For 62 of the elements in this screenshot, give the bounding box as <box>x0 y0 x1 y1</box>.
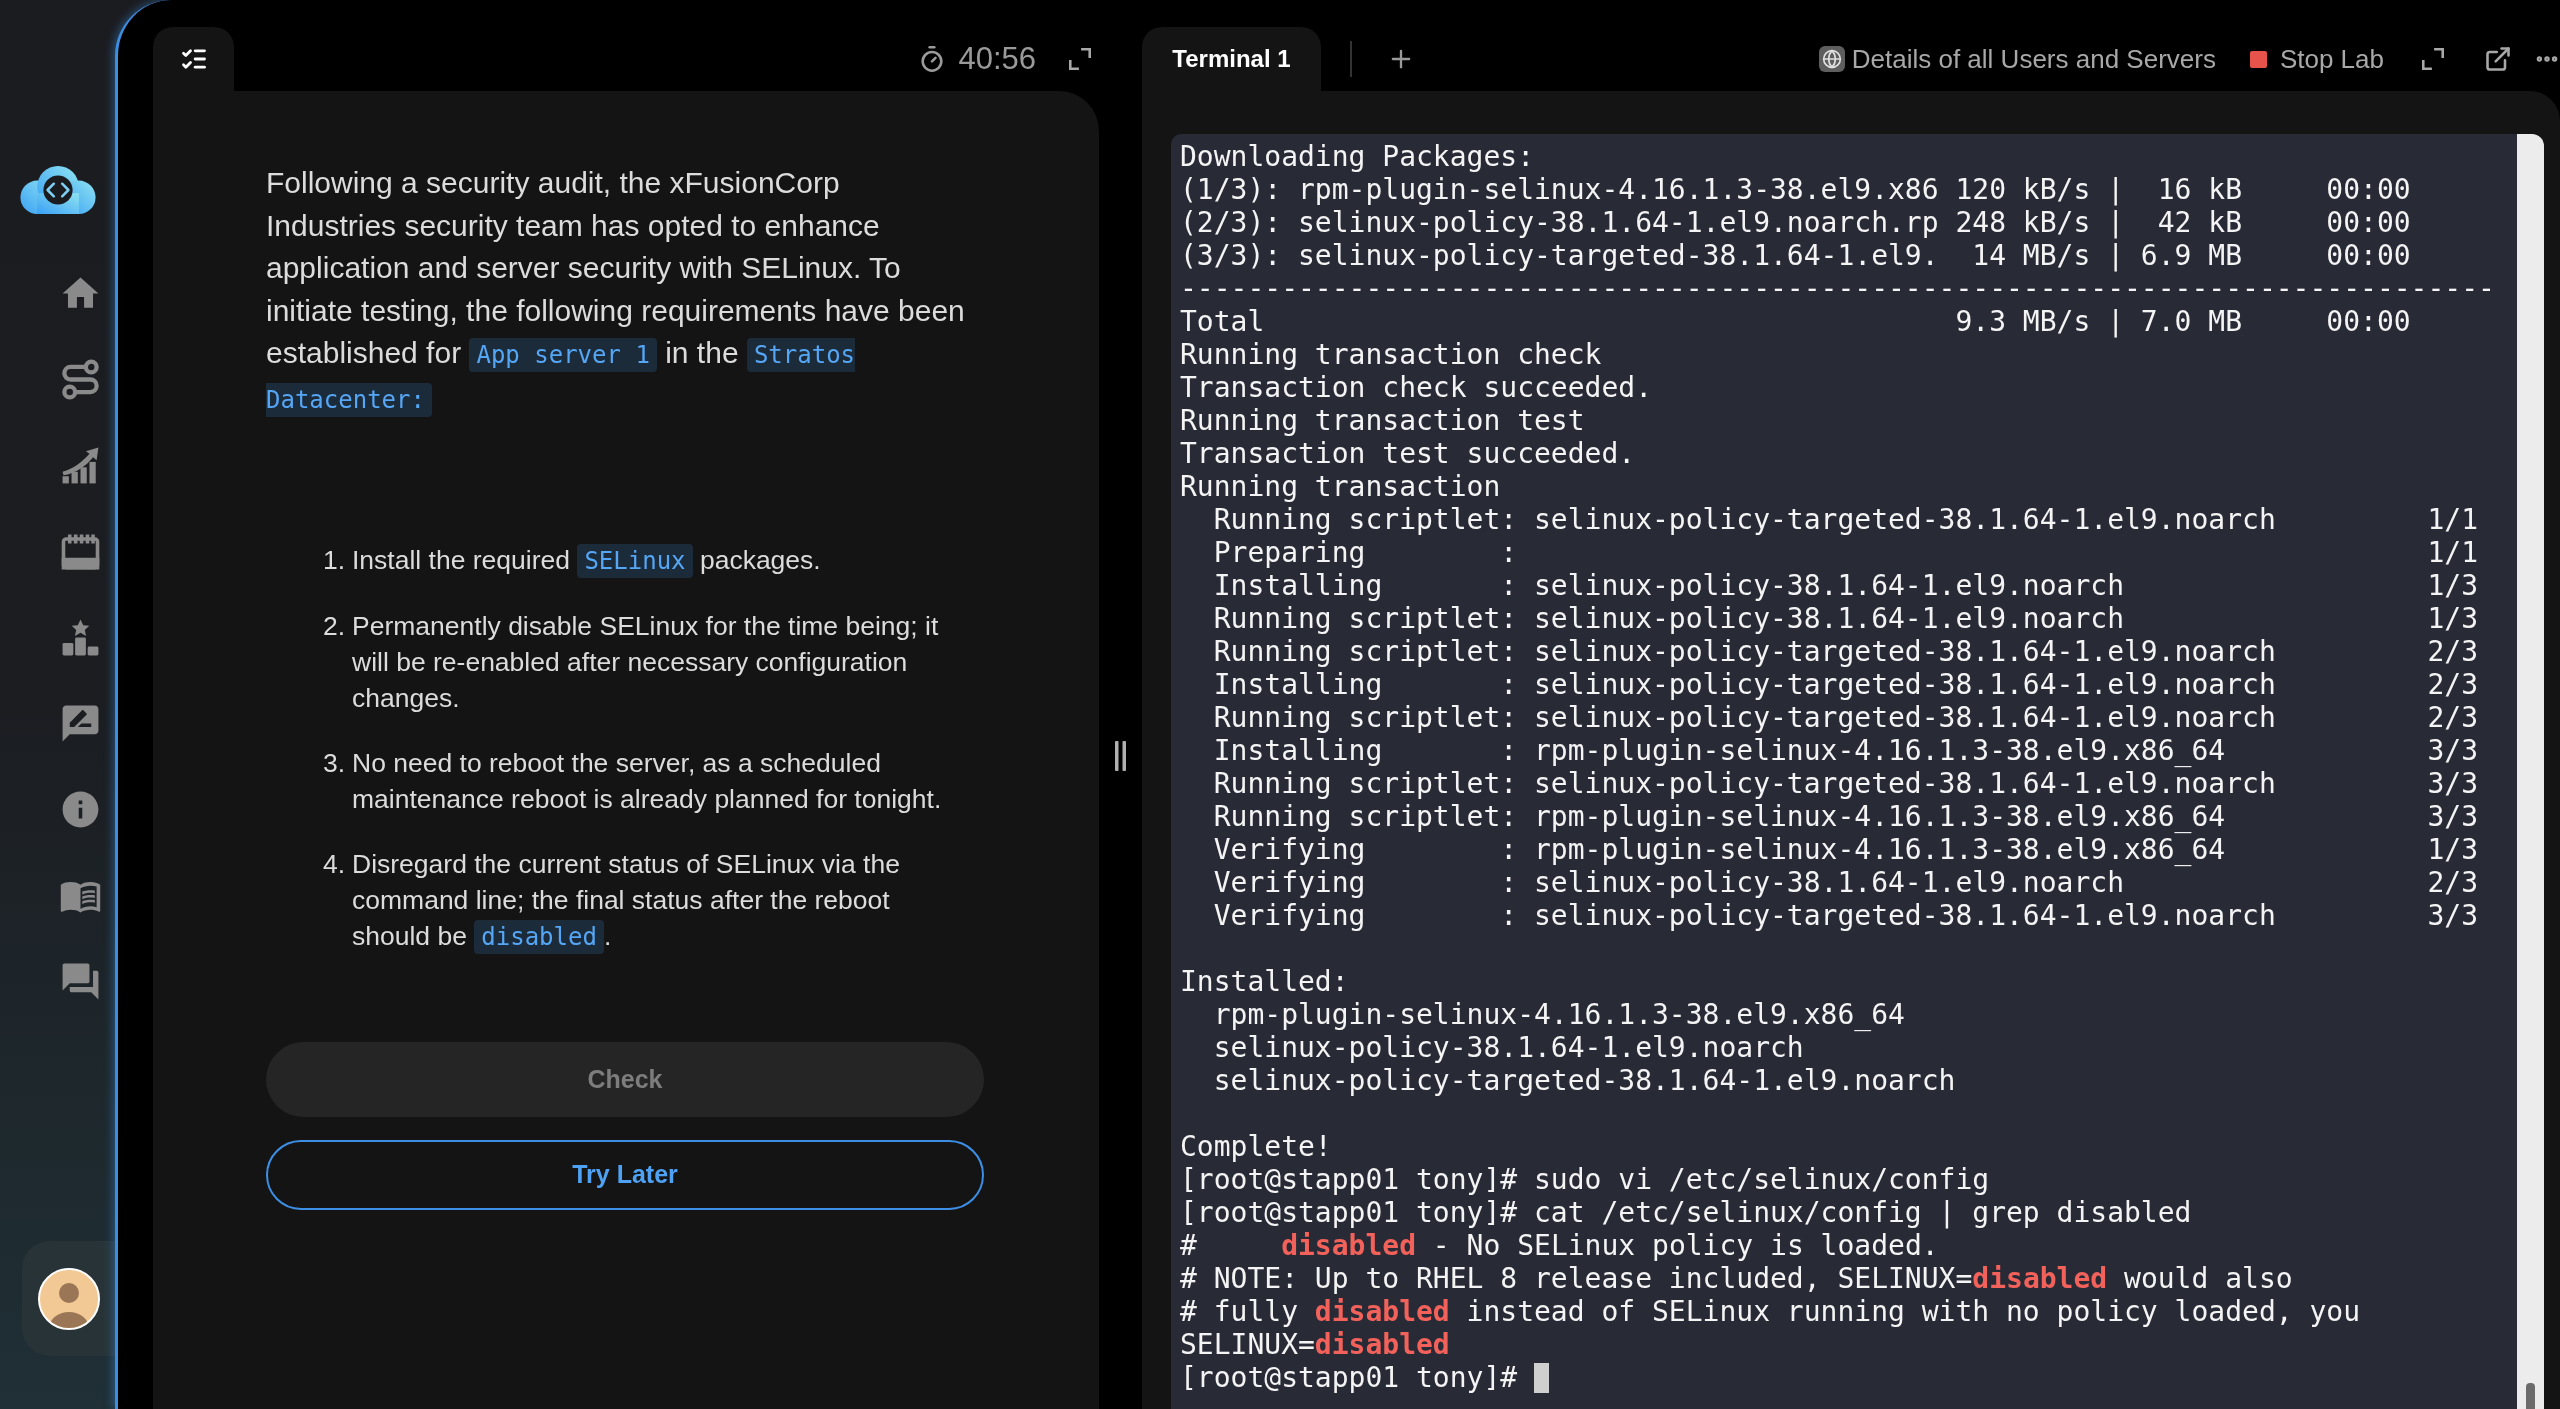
terminal-line: Installing : selinux-policy-targeted-38.1.64-1.el9.noarch 2/3 <box>1212 668 2479 701</box>
avatar-icon[interactable] <box>38 1267 100 1330</box>
stop-icon <box>2249 50 2267 68</box>
terminal-line: Transaction test succeeded. <box>1180 437 1636 470</box>
route-icon[interactable] <box>59 358 102 401</box>
terminal-line: (3/3): selinux-policy-targeted-38.1.64-1.el9. 14 MB/s | 6.9 MB 00:00 <box>1180 239 2411 272</box>
expand-icon[interactable] <box>1069 48 1091 70</box>
terminal-line: Preparing : 1/1 <box>1212 536 2479 569</box>
globe-icon <box>1818 46 1845 72</box>
terminal-line: Running scriptlet: selinux-policy-targeted-38.1.64-1.el9.noarch 1/1 <box>1212 503 2479 536</box>
terminal-line: Installed: <box>1180 965 1349 998</box>
terminal-line: Total 9.3 MB/s | 7.0 MB 00:00 <box>1180 305 2411 338</box>
terminal-line: Running scriptlet: rpm-plugin-selinux-4.16.1.3-38.el9.x86_64 3/3 <box>1212 800 2479 833</box>
terminal-line: Verifying : selinux-policy-targeted-38.1.64-1.el9.noarch 3/3 <box>1212 899 2479 932</box>
terminal-line: selinux-policy-targeted-38.1.64-1.el9.noarch <box>1212 1064 1956 1097</box>
task-description: Following a security audit, the xFusionCorp Industries security team has opted to enhance application and server security with SELinux. To initiate testing, the following requirements have been established for App server 1 in the Stratos Datacenter: <box>266 162 972 421</box>
step-text: No need to reboot the server, as a scheduled maintenance reboot is already planned for tonight. <box>352 747 943 816</box>
terminal-line: Running scriptlet: selinux-policy-targeted-38.1.64-1.el9.noarch 2/3 <box>1212 635 2479 668</box>
stop-lab-button[interactable]: Stop Lab <box>2249 39 2384 79</box>
terminal-line: Running scriptlet: selinux-policy-38.1.64-1.el9.noarch 1/3 <box>1212 602 2479 635</box>
details-link[interactable]: Details of all Users and Servers <box>1818 39 2216 79</box>
terminal-line: Installing : rpm-plugin-selinux-4.16.1.3-38.el9.x86_64 3/3 <box>1212 734 2479 767</box>
terminal-line: Running transaction test <box>1180 404 1585 437</box>
terminal-line: Downloading Packages: <box>1180 140 1534 173</box>
external-link-icon[interactable] <box>2484 45 2512 73</box>
terminal-line: [root@stapp01 tony]# <box>1180 1361 1519 1394</box>
timer-text: 40:56 <box>958 39 1036 78</box>
terminal-line: Verifying : rpm-plugin-selinux-4.16.1.3-38.el9.x86_64 1/3 <box>1212 833 2479 866</box>
step-number: 4. <box>323 848 347 881</box>
terminal-line: Complete! <box>1180 1130 1332 1163</box>
terminal-line: SELINUX=disabled <box>1180 1328 1450 1361</box>
scrollbar-track[interactable] <box>2517 134 2544 1409</box>
terminal-line: Installing : selinux-policy-38.1.64-1.el9.noarch 1/3 <box>1212 569 2479 602</box>
logo-icon[interactable] <box>20 166 96 214</box>
terminal-line: selinux-policy-38.1.64-1.el9.noarch <box>1212 1031 1804 1064</box>
terminal-tab[interactable]: Terminal 1 <box>1142 27 1321 91</box>
terminal-line: # NOTE: Up to RHEL 8 release included, SELINUX=disabled would also <box>1180 1262 2293 1295</box>
terminal-line: # disabled - No SELinux policy is loaded. <box>1180 1229 1939 1262</box>
terminal-line: (1/3): rpm-plugin-selinux-4.16.1.3-38.el9.x86 120 kB/s | 16 kB 00:00 <box>1180 173 2411 206</box>
step-number: 3. <box>323 747 347 780</box>
step-text: Install the required SELinux packages. <box>352 542 964 579</box>
step-text: Disregard the current status of SELinux via the command line; the final status after the reboot should be disabled . <box>352 846 964 955</box>
terminal-line: rpm-plugin-selinux-4.16.1.3-38.el9.x86_64 <box>1212 998 1905 1031</box>
terminal-line: [root@stapp01 tony]# cat /etc/selinux/config | grep disabled <box>1180 1196 2192 1229</box>
terminal-line: Running scriptlet: selinux-policy-targeted-38.1.64-1.el9.noarch 2/3 <box>1212 701 2479 734</box>
step-number: 1. <box>323 544 347 577</box>
terminal-line: (2/3): selinux-policy-38.1.64-1.el9.noarch.rp 248 kB/s | 42 kB 00:00 <box>1180 206 2411 239</box>
expand-icon[interactable] <box>2422 48 2444 70</box>
tasks-tab[interactable] <box>153 27 234 91</box>
terminal-line: [root@stapp01 tony]# sudo vi /etc/selinux/config <box>1180 1163 1990 1196</box>
step-text: Permanently disable SELinux for the time being; it will be re-enabled after necessary configuration changes. <box>352 610 940 715</box>
terminal-line: # fully disabled instead of SELinux running with no policy loaded, you <box>1180 1295 2361 1328</box>
terminal-line: Running scriptlet: selinux-policy-targeted-38.1.64-1.el9.noarch 3/3 <box>1212 767 2479 800</box>
terminal-line: Verifying : selinux-policy-38.1.64-1.el9.noarch 2/3 <box>1212 866 2479 899</box>
step-number: 2. <box>323 610 347 643</box>
terminal-line: Running transaction <box>1180 470 1501 503</box>
terminal-line: ------------------------------------------------------------------------------ <box>1180 272 2495 305</box>
terminal-line: Transaction check succeeded. <box>1180 371 1652 404</box>
resize-handle-icon[interactable] <box>1115 741 1126 771</box>
terminal-line: Running transaction check <box>1180 338 1602 371</box>
scrollbar-thumb[interactable] <box>2526 1383 2535 1409</box>
try-later-button[interactable]: Try Later <box>266 1140 984 1210</box>
